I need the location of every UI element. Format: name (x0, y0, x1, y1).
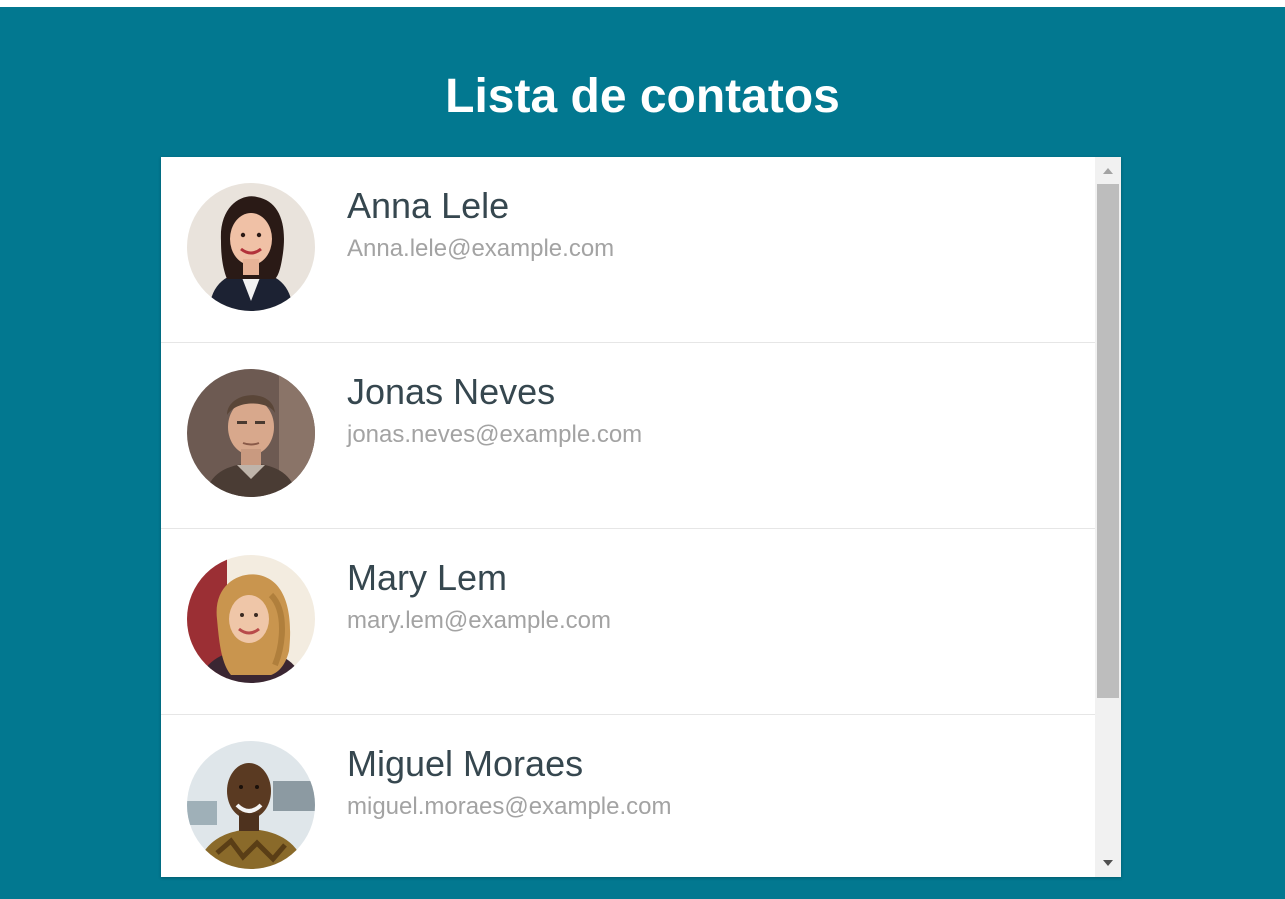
scroll-up-button[interactable] (1095, 157, 1121, 183)
contact-name: Anna Lele (347, 185, 510, 226)
man-portrait-icon (187, 369, 315, 497)
contact-name: Miguel Moraes (347, 743, 584, 784)
contact-item[interactable]: Miguel Moraes miguel.moraes@example.com (161, 715, 1095, 877)
page-background: Lista de contatos Anna Lele Anna.lele@ex… (0, 7, 1285, 899)
contact-name: Mary Lem (347, 557, 508, 598)
contact-email: miguel.moraes@example.com (347, 793, 672, 820)
triangle-up-icon (1103, 168, 1113, 174)
page-title: Lista de contatos (445, 70, 840, 123)
avatar (187, 183, 315, 311)
scroll-down-button[interactable] (1095, 851, 1121, 877)
avatar (187, 369, 315, 497)
triangle-down-icon (1103, 860, 1113, 866)
avatar (187, 741, 315, 869)
contact-email: Anna.lele@example.com (347, 235, 615, 262)
contact-list[interactable]: Anna Lele Anna.lele@example.com Jonas Ne… (161, 157, 1095, 877)
contact-list-panel: Anna Lele Anna.lele@example.com Jonas Ne… (161, 157, 1121, 877)
contact-item[interactable]: Mary Lem mary.lem@example.com (161, 529, 1095, 715)
avatar (187, 555, 315, 683)
contact-item[interactable]: Anna Lele Anna.lele@example.com (161, 157, 1095, 343)
contact-email: jonas.neves@example.com (347, 421, 643, 448)
contact-item[interactable]: Jonas Neves jonas.neves@example.com (161, 343, 1095, 529)
scroll-thumb[interactable] (1097, 184, 1119, 698)
contact-email: mary.lem@example.com (347, 607, 611, 634)
woman-portrait-icon (187, 183, 315, 311)
man-portrait-icon (187, 741, 315, 869)
woman-portrait-icon (187, 555, 315, 683)
contact-name: Jonas Neves (347, 371, 556, 412)
vertical-scrollbar[interactable] (1095, 157, 1121, 877)
